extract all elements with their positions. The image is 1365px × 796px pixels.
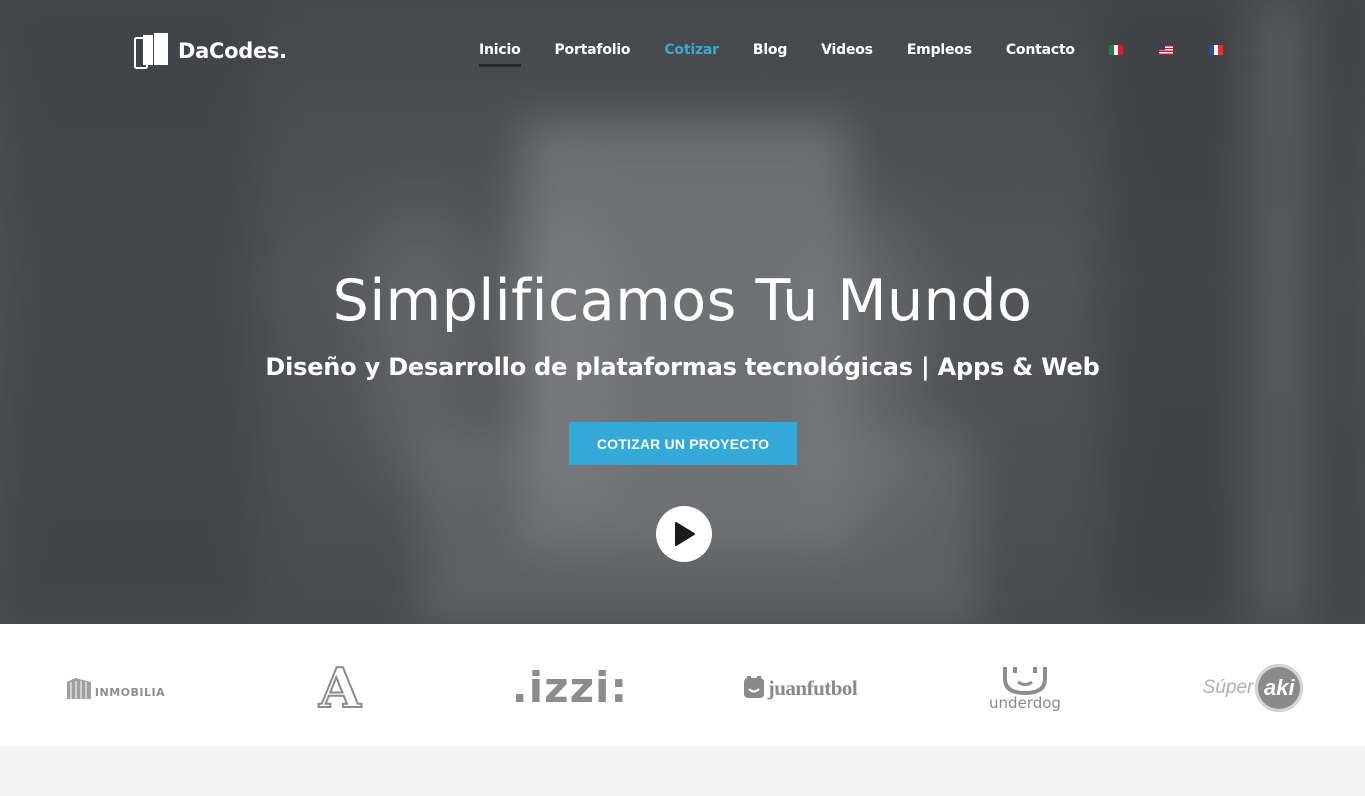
client-juanfutbol-label: juanfutbol: [767, 675, 858, 700]
client-aki-label: aki: [1264, 675, 1295, 700]
nav-item-empleos[interactable]: Empleos: [907, 42, 972, 64]
client-logo-izzi: .izzi:: [505, 658, 635, 718]
main-nav: Inicio Portafolio Cotizar Blog Videos Em…: [479, 42, 1259, 67]
client-underdog-label: underdog: [989, 693, 1061, 712]
nav-item-inicio[interactable]: Inicio: [479, 42, 521, 67]
nav-item-videos[interactable]: Videos: [821, 42, 873, 64]
underdog-face-icon: [1003, 666, 1047, 695]
brand-name: DaCodes.: [178, 39, 287, 63]
nav-item-contacto[interactable]: Contacto: [1006, 42, 1075, 64]
logo-mark-icon: [134, 32, 170, 70]
client-logo-juanfutbol: juanfutbol: [740, 658, 860, 718]
play-video-button[interactable]: [656, 506, 712, 562]
brand-logo[interactable]: DaCodes.: [134, 32, 287, 70]
play-icon: [675, 522, 695, 546]
mexico-flag-icon[interactable]: [1108, 45, 1123, 55]
hero-title: Simplificamos Tu Mundo: [332, 268, 1033, 334]
juanfutbol-face-icon: [743, 676, 764, 698]
nav-item-cotizar[interactable]: Cotizar: [664, 42, 719, 64]
client-a-label: A: [318, 656, 362, 720]
navbar: DaCodes. Inicio Portafolio Cotizar Blog …: [0, 0, 1365, 100]
client-izzi-label: .izzi:: [511, 663, 629, 712]
client-logo-a: A: [305, 658, 375, 718]
hero-subtitle: Diseño y Desarrollo de plataformas tecno…: [265, 353, 1100, 381]
client-aki-badge: aki: [1255, 664, 1304, 712]
hero-section: DaCodes. Inicio Portafolio Cotizar Blog …: [0, 0, 1365, 624]
france-flag-icon[interactable]: [1208, 45, 1223, 55]
client-super-label: Súper: [1202, 677, 1254, 698]
client-logo-super-aki: Súper aki: [1198, 658, 1308, 718]
nav-item-portafolio[interactable]: Portafolio: [555, 42, 631, 64]
next-section-band: [0, 746, 1365, 796]
clients-strip: INMOBILIA A .izzi: juanfutbol underdog S…: [0, 624, 1365, 746]
building-icon: [66, 678, 91, 699]
client-logo-inmobilia: INMOBILIA: [60, 658, 170, 718]
cotizar-proyecto-button[interactable]: COTIZAR UN PROYECTO: [569, 422, 797, 465]
client-logo-underdog: underdog: [985, 658, 1065, 718]
client-inmobilia-label: INMOBILIA: [94, 685, 166, 699]
usa-flag-icon[interactable]: [1158, 45, 1173, 55]
nav-item-blog[interactable]: Blog: [753, 42, 788, 64]
